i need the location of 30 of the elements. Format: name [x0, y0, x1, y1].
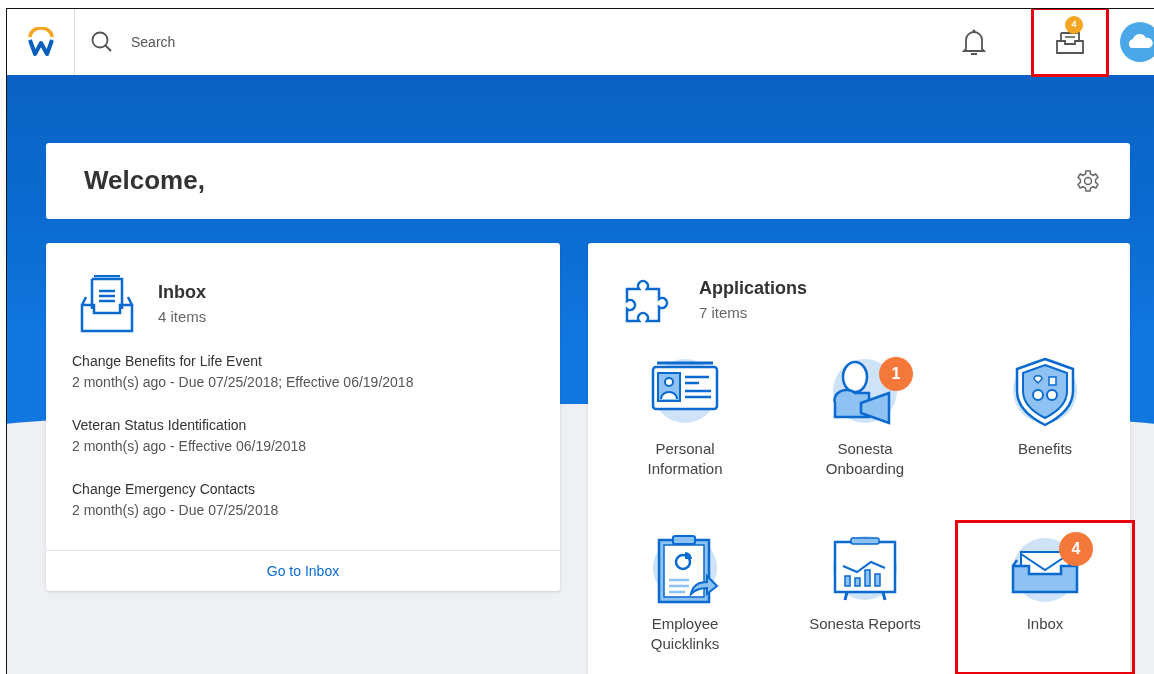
app-tile[interactable]: Benefits [955, 345, 1135, 500]
notifications-button[interactable] [962, 27, 986, 57]
task-title[interactable]: Veteran Status Identification [72, 415, 560, 436]
task-detail: 2 month(s) ago - Due 07/25/2018; Effective 06/19/2018 [72, 373, 415, 392]
app-tile[interactable]: 1 Sonesta Onboarding [775, 345, 955, 500]
bell-icon [962, 27, 986, 57]
card-title: Inbox [158, 281, 207, 305]
item-count: 7 items [699, 303, 749, 324]
logo-icon[interactable] [25, 27, 56, 57]
card-title: Applications [699, 277, 807, 301]
item-count: 4 items [158, 307, 207, 328]
app-tile[interactable]: Employee Quicklinks [595, 520, 775, 674]
notification-count: 1 [879, 357, 913, 391]
task-detail: 2 month(s) ago - Effective 06/19/2018 [72, 437, 307, 456]
task-detail: 2 month(s) ago - Due 07/25/2018 [72, 501, 280, 520]
search-field[interactable]: Search [129, 30, 329, 54]
app-tile[interactable]: Sonesta Reports [775, 520, 955, 674]
app-tile[interactable]: Personal Information [595, 345, 775, 500]
notification-count: 4 [1059, 532, 1093, 566]
settings-icon[interactable] [1076, 169, 1100, 193]
inbox-tray-icon [1055, 29, 1085, 55]
welcome-title: Welcome, [84, 165, 205, 197]
go-to-inbox-link[interactable]: Go to Inbox [266, 563, 340, 579]
cloud-avatar-icon[interactable] [1120, 22, 1154, 62]
search-icon [91, 31, 113, 53]
task-title[interactable]: Change Emergency Contacts [72, 479, 560, 500]
app-tile[interactable]: 4 Inbox [955, 520, 1135, 674]
task-title[interactable]: Change Benefits for Life Event [72, 351, 560, 372]
inbox-tray-icon [80, 275, 134, 333]
notification-count: 4 [1065, 16, 1083, 34]
